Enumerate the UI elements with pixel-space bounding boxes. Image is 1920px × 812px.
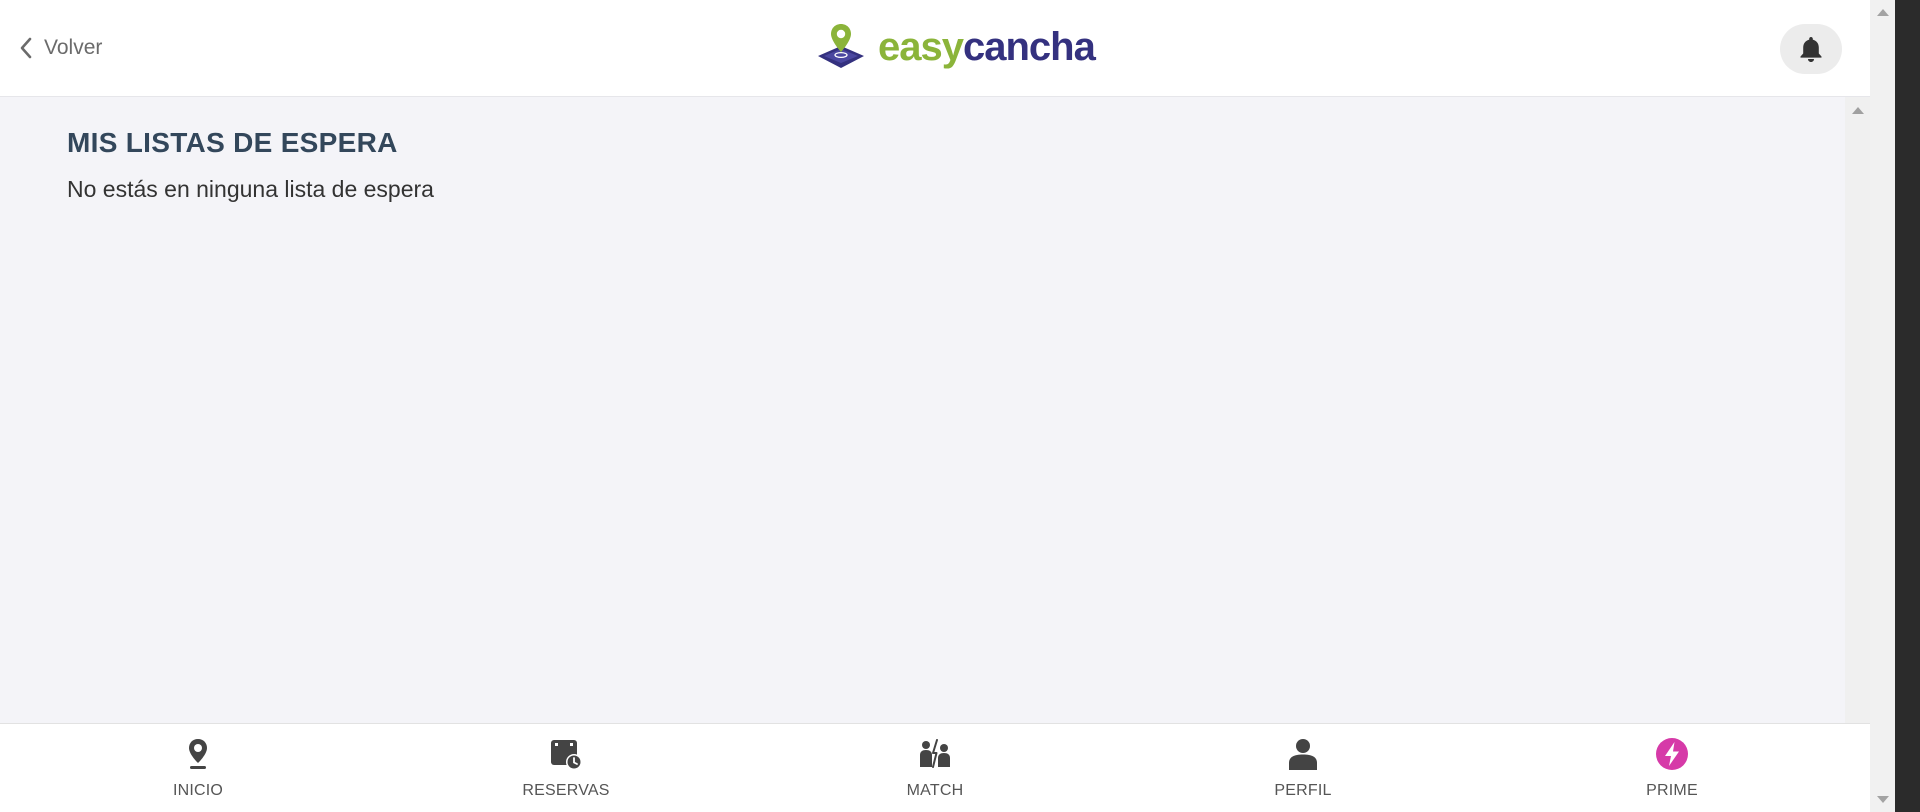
user-icon <box>1289 739 1317 770</box>
logo-text-easy: easy <box>878 25 964 69</box>
location-pin-icon <box>189 739 207 769</box>
empty-state-message: No estás en ninguna lista de espera <box>67 176 434 202</box>
nav-item-match[interactable]: MATCH <box>865 736 1005 800</box>
top-header: Volver easycancha <box>0 0 1870 97</box>
back-label: Volver <box>44 36 103 59</box>
window-edge <box>1895 0 1920 812</box>
nav-item-prime[interactable]: PRIME <box>1602 736 1742 800</box>
logo-mark-icon <box>818 24 864 68</box>
content-scrollbar[interactable] <box>1845 97 1870 723</box>
logo-wordmark: easycancha <box>878 25 1096 69</box>
back-button[interactable]: Volver <box>18 30 102 66</box>
nav-label-perfil: PERFIL <box>1274 782 1332 799</box>
logo-text-cancha: cancha <box>962 25 1096 69</box>
calendar-clock-icon <box>551 740 582 770</box>
players-match-icon <box>920 739 950 768</box>
nav-item-perfil[interactable]: PERFIL <box>1233 736 1373 800</box>
notifications-button[interactable] <box>1780 24 1842 74</box>
page-scrollbar[interactable] <box>1870 0 1895 812</box>
nav-label-inicio: INICIO <box>172 782 224 799</box>
nav-item-reservas[interactable]: RESERVAS <box>496 736 636 800</box>
scroll-up-arrow-icon[interactable] <box>1852 107 1864 114</box>
bell-icon <box>1800 37 1822 62</box>
page-scroll-down-arrow-icon[interactable] <box>1877 796 1889 803</box>
main-content: MIS LISTAS DE ESPERA No estás en ninguna… <box>0 97 1845 723</box>
page-title: MIS LISTAS DE ESPERA <box>67 127 398 158</box>
bottom-navigation: INICIO RESERVAS MATCH PERFIL PRIME <box>0 723 1870 812</box>
app-frame: Volver easycancha MIS LISTAS DE ESPERA N… <box>0 0 1870 812</box>
lightning-icon <box>1656 738 1688 770</box>
page-scroll-up-arrow-icon[interactable] <box>1877 9 1889 16</box>
nav-label-match: MATCH <box>906 782 964 799</box>
nav-label-reservas: RESERVAS <box>522 782 610 799</box>
nav-label-prime: PRIME <box>1646 782 1698 799</box>
easycancha-logo[interactable]: easycancha <box>816 22 1096 72</box>
chevron-left-icon <box>20 37 32 59</box>
nav-item-inicio[interactable]: INICIO <box>128 736 268 800</box>
